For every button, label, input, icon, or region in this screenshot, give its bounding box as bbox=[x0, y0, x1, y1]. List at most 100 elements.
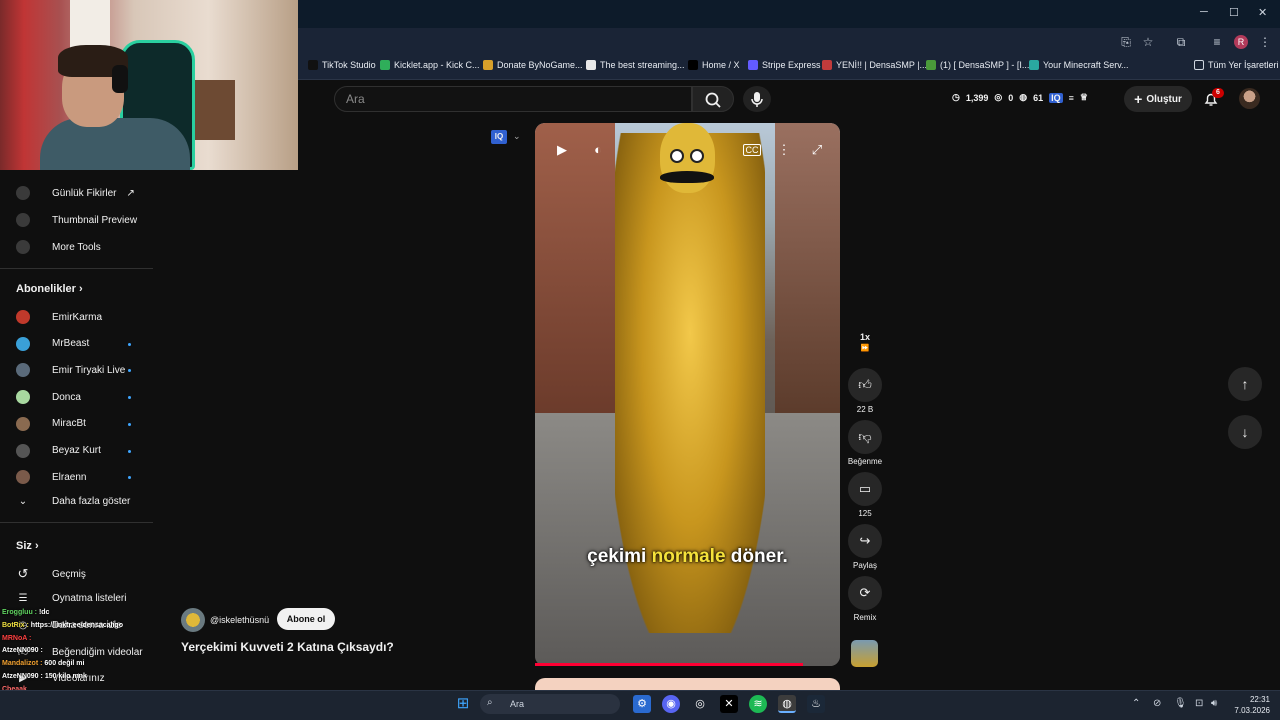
sidebar-item-gunluk-fikirler[interactable]: Günlük Fikirler ↗ bbox=[16, 186, 135, 200]
discord-icon[interactable]: ◉ bbox=[662, 695, 680, 713]
spotify-icon[interactable]: ≋ bbox=[749, 695, 767, 713]
you-heading[interactable]: Siz › bbox=[16, 540, 39, 552]
create-button[interactable]: + Oluştur bbox=[1124, 86, 1192, 112]
chat-text: 600 değil mi bbox=[44, 660, 85, 668]
bookmark-item[interactable]: TikTok Studio bbox=[308, 60, 376, 70]
microphone-icon bbox=[751, 92, 763, 107]
like-count: 22 B bbox=[856, 405, 874, 414]
playlist-icon: ☰ bbox=[18, 593, 28, 604]
video-progress-bar[interactable] bbox=[535, 663, 804, 666]
chevron-right-icon: › bbox=[34, 540, 39, 552]
chat-text: 150 kilo mnk bbox=[44, 673, 87, 680]
subscription-item[interactable]: EmirKarma bbox=[16, 310, 102, 324]
bookmark-item[interactable]: YENİ!! | DensaSMP |... bbox=[822, 60, 927, 70]
sidebar-item-playlists[interactable]: ☰ Oynatma listeleri bbox=[16, 593, 127, 604]
bookmark-favicon-icon bbox=[926, 60, 936, 70]
channel-avatar[interactable] bbox=[181, 608, 205, 632]
sidebar-item-thumbnail-preview[interactable]: Thumbnail Preview bbox=[16, 213, 137, 227]
play-icon[interactable]: ▶ bbox=[553, 141, 571, 159]
microphone-tray-icon[interactable]: 🎙︎ bbox=[1174, 698, 1187, 709]
bookmark-item[interactable]: Stripe Express bbox=[748, 60, 821, 70]
windows-start-icon[interactable]: ⊞ bbox=[454, 695, 472, 713]
bookmark-item[interactable]: The best streaming... bbox=[586, 60, 685, 70]
tray-overflow-icon[interactable]: ⌃ bbox=[1132, 698, 1140, 709]
clock-icon: ◷ bbox=[952, 92, 960, 102]
fullscreen-icon[interactable]: ⤢ bbox=[808, 141, 826, 159]
user-avatar[interactable] bbox=[1239, 88, 1260, 109]
channel-avatar bbox=[16, 310, 30, 324]
subscription-item[interactable]: MrBeast bbox=[16, 336, 89, 351]
chat-message: AtzeNN090 : bbox=[2, 647, 43, 654]
captions-icon[interactable]: CC bbox=[743, 144, 761, 156]
volume-icon[interactable]: ◐ bbox=[589, 141, 607, 159]
playback-speed-button[interactable]: 1x ⏩ bbox=[848, 332, 882, 352]
sound-thumbnail[interactable] bbox=[851, 640, 878, 667]
subscription-item[interactable]: Beyaz Kurt bbox=[16, 443, 101, 458]
bookmark-item[interactable]: Donate ByNoGame... bbox=[483, 60, 583, 70]
browser-menu-icon[interactable]: ⋮ bbox=[1258, 35, 1272, 49]
webcam-overlay bbox=[0, 0, 298, 170]
sidebar-divider bbox=[0, 522, 153, 523]
tray-icon[interactable]: ⊘ bbox=[1153, 698, 1161, 709]
extension-iq-icon[interactable]: IQ bbox=[491, 130, 507, 144]
install-app-icon[interactable]: ⎘ bbox=[1119, 35, 1133, 49]
capcut-icon[interactable]: ✕ bbox=[720, 695, 738, 713]
share-button[interactable]: ↪ bbox=[848, 524, 882, 558]
bookmark-item[interactable]: Home / X bbox=[688, 60, 740, 70]
thumbs-down-icon: 👎︎ bbox=[858, 429, 872, 444]
network-icon[interactable]: ⊡ bbox=[1195, 698, 1203, 709]
video-building-right bbox=[775, 123, 840, 423]
all-bookmarks[interactable]: Tüm Yer İşaretleri bbox=[1194, 60, 1279, 70]
chrome-icon[interactable]: ◍ bbox=[778, 695, 796, 713]
close-button[interactable]: ✕ bbox=[1258, 6, 1267, 19]
chevron-down-icon[interactable]: ⌄ bbox=[513, 131, 521, 142]
voice-search-button[interactable] bbox=[743, 86, 771, 112]
extensions-icon[interactable]: ⧉ bbox=[1174, 35, 1188, 49]
app-icon[interactable]: ⚙ bbox=[633, 695, 651, 713]
search-button[interactable] bbox=[692, 86, 734, 112]
dislike-button[interactable]: 👎︎ bbox=[848, 420, 882, 454]
speaker-icon[interactable]: 🔊︎ bbox=[1211, 698, 1217, 709]
channel-name[interactable]: @iskelethüsnü bbox=[210, 615, 269, 625]
steam-icon[interactable]: ♨ bbox=[807, 695, 825, 713]
media-control-icon[interactable]: ≡ bbox=[1210, 35, 1224, 49]
subscription-item[interactable]: Donca bbox=[16, 390, 81, 405]
bookmark-star-icon[interactable]: ☆ bbox=[1141, 35, 1155, 49]
like-stat-icon: ◍ bbox=[1019, 92, 1028, 102]
channel-stats[interactable]: ◷ 1,399 ◎ 0 ◍ 61 IQ ≡ ♕ bbox=[952, 92, 1088, 103]
remix-button[interactable]: ⟳ bbox=[848, 576, 882, 610]
eye-icon: ◎ bbox=[994, 92, 1003, 102]
subscription-item[interactable]: Emir Tiryaki Live bbox=[16, 363, 125, 378]
sidebar-item-more-tools[interactable]: More Tools bbox=[16, 240, 101, 254]
subscription-item[interactable]: Elraenn bbox=[16, 470, 86, 485]
bookmark-item[interactable]: Your Minecraft Serv... bbox=[1029, 60, 1129, 70]
bookmark-item[interactable]: Kicklet.app - Kick C... bbox=[380, 60, 480, 70]
like-button[interactable]: 👍︎ bbox=[848, 368, 882, 402]
taskbar-search[interactable]: Ara bbox=[480, 694, 620, 714]
new-content-dot bbox=[128, 369, 131, 373]
subscriptions-heading[interactable]: Abonelikler › bbox=[16, 283, 83, 295]
subscription-item[interactable]: MiracBt bbox=[16, 416, 86, 431]
taskbar-clock[interactable]: 22:31 7.03.2026 bbox=[1224, 694, 1270, 716]
list-icon: ≡ bbox=[1068, 92, 1074, 103]
search-input[interactable]: Ara bbox=[334, 86, 692, 112]
previous-short-button[interactable]: ↑ bbox=[1228, 367, 1262, 401]
obs-icon[interactable]: ◎ bbox=[691, 695, 709, 713]
next-short-preview[interactable] bbox=[535, 678, 840, 690]
comments-button[interactable]: ▭ bbox=[848, 472, 882, 506]
more-options-icon[interactable]: ⋮ bbox=[775, 141, 793, 159]
minimize-button[interactable]: ─ bbox=[1200, 6, 1208, 18]
profile-avatar[interactable]: R bbox=[1234, 35, 1248, 49]
video-title[interactable]: Yerçekimi Kuvveti 2 Katına Çıksaydı? bbox=[181, 640, 394, 654]
maximize-button[interactable]: ☐ bbox=[1229, 6, 1239, 19]
shorts-video-player[interactable] bbox=[535, 123, 840, 666]
bookmark-item[interactable]: (1) [ DensaSMP ] - [I... bbox=[926, 60, 1029, 70]
notification-count-badge: 6 bbox=[1212, 88, 1224, 98]
show-more-button[interactable]: ⌄ Daha fazla göster bbox=[16, 496, 131, 507]
channel-avatar bbox=[16, 416, 30, 431]
subscribe-button[interactable]: Abone ol bbox=[277, 608, 335, 630]
next-short-button[interactable]: ↓ bbox=[1228, 415, 1262, 449]
sidebar-item-history[interactable]: ↺ Geçmiş bbox=[16, 566, 86, 582]
chat-username: MRNoA : bbox=[2, 634, 32, 642]
chat-message: Eroggluu : !dc bbox=[2, 609, 49, 616]
